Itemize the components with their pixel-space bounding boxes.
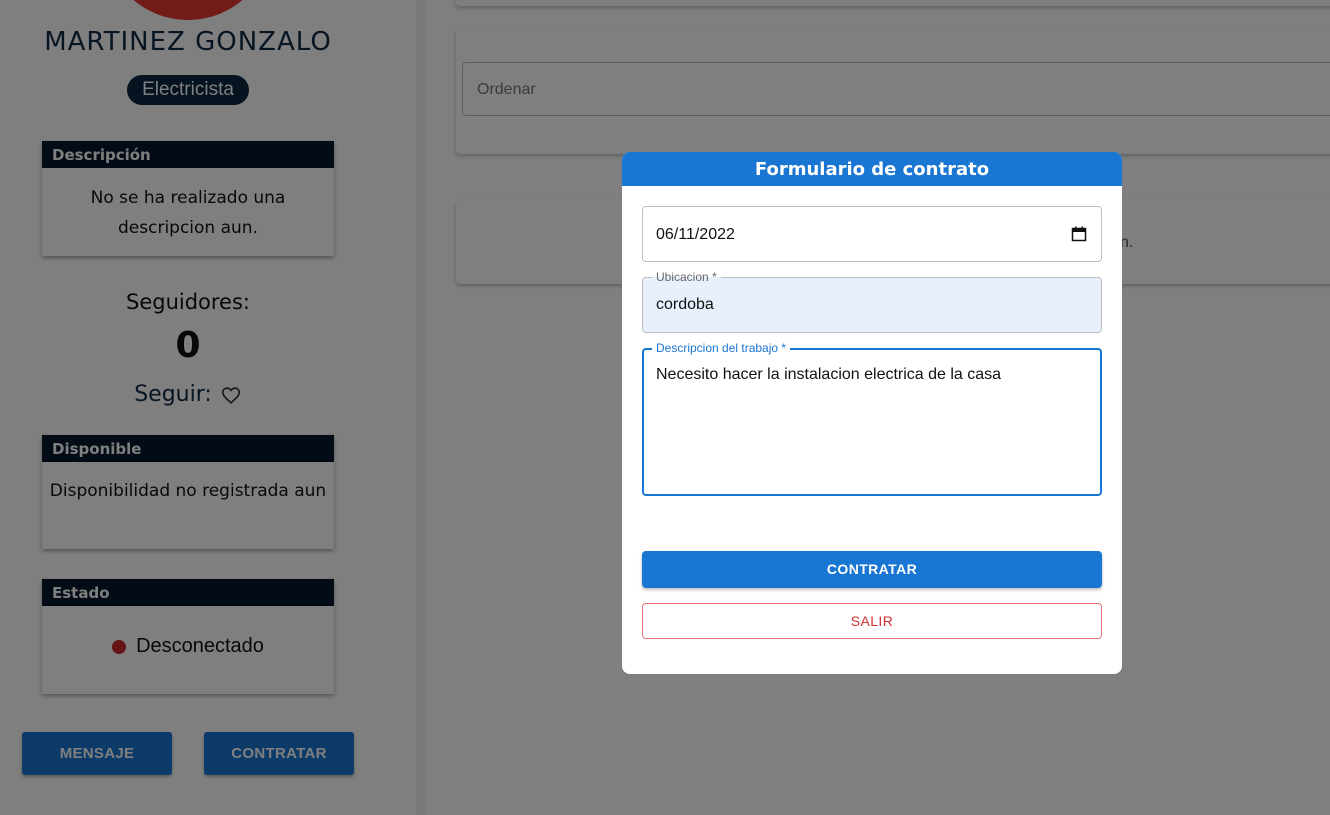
location-field[interactable]: Ubicacion * cordoba <box>642 270 1102 333</box>
job-description-label: Descripcion del trabajo * <box>652 341 791 355</box>
date-value: 06/11/2022 <box>656 226 735 243</box>
date-field[interactable]: 06/11/2022 <box>642 206 1102 262</box>
location-value: cordoba <box>656 296 714 313</box>
job-description-value: Necesito hacer la instalacion electrica … <box>656 366 1002 383</box>
exit-button[interactable]: SALIR <box>642 603 1102 639</box>
modal-title: Formulario de contrato <box>622 152 1122 186</box>
submit-contract-button[interactable]: CONTRATAR <box>642 551 1102 588</box>
job-description-field[interactable]: Descripcion del trabajo * Necesito hacer… <box>642 341 1102 496</box>
calendar-icon[interactable] <box>1071 226 1087 242</box>
contract-form-modal: Formulario de contrato 06/11/2022 Ubicac… <box>622 152 1122 674</box>
